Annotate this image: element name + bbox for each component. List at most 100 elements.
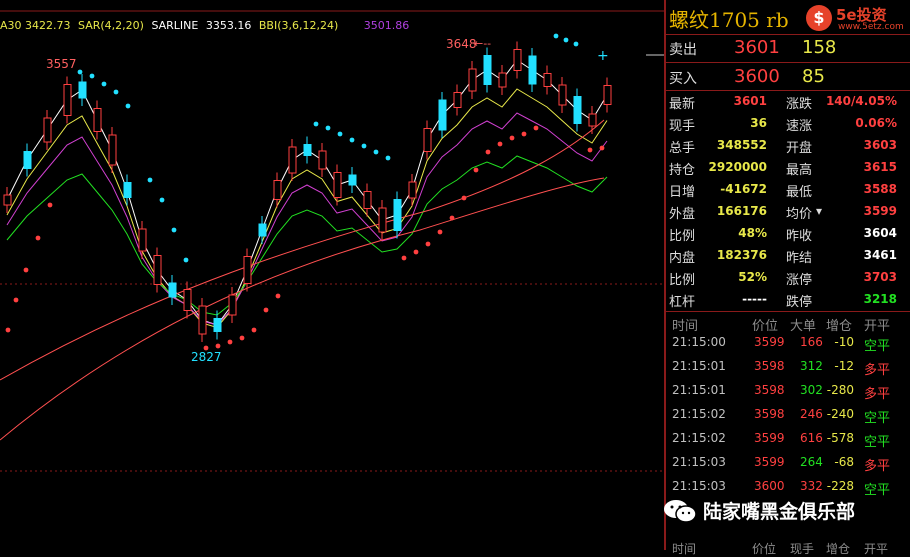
candle-body [108, 134, 117, 166]
candle-body [258, 223, 267, 237]
crosshair-icon: + [597, 48, 609, 64]
tick-price: 3598 [754, 407, 785, 421]
peak-label: 3648 [446, 37, 477, 51]
candle-body [153, 255, 162, 285]
quote-row: 比例 52% 涨停 3703 [666, 267, 910, 289]
sar-dot [449, 215, 455, 221]
contract-title: 螺纹1705 rb [669, 8, 789, 32]
dollar-icon: $ [806, 5, 832, 31]
quote-label: 最低 [786, 185, 813, 200]
sar-dot [325, 125, 331, 131]
candle-body [543, 73, 552, 87]
tick-row[interactable]: 21:15:02 3599 616 -578 空平 [666, 427, 910, 451]
col2-price: 价位 [752, 542, 777, 556]
quote-label: 开盘 [786, 141, 813, 156]
sar-dot [473, 167, 479, 173]
candle-body [273, 180, 282, 200]
sar-dot [509, 135, 515, 141]
sar-dot [77, 69, 83, 75]
quote-label: 杠杆 [669, 295, 696, 310]
candle-body [558, 84, 567, 106]
low-label: 2827 [191, 350, 222, 364]
tick-open-close: 空平 [864, 411, 891, 426]
sar-dot [361, 143, 367, 149]
sar-dot [13, 297, 19, 303]
sar-dot [425, 241, 431, 247]
candle-body [3, 194, 12, 206]
tick-time: 21:15:03 [672, 479, 726, 493]
sar-dot [251, 327, 257, 333]
tick-time: 21:15:02 [672, 431, 726, 445]
quote-label: 现手 [669, 119, 696, 134]
kline-chart[interactable]: 3557 2827 3648 ←-- + A30 3422.73 SAR(4,2… [0, 0, 664, 550]
high-label: 3557 [46, 57, 77, 71]
tick-row[interactable]: 21:15:01 3598 312 -12 多平 [666, 355, 910, 379]
ma-line [6, 155, 608, 316]
bid-row[interactable]: 买入 3600 85 [666, 63, 910, 92]
sar-dot [183, 257, 189, 263]
quote-label: 内盘 [669, 251, 696, 266]
quote-value: 166176 [716, 204, 767, 218]
sar-dot [47, 202, 53, 208]
quote-panel: 螺纹1705 rb $ 5e投资 www.5etz.com 卖出 3601 15… [666, 0, 910, 556]
sar-dot [227, 339, 233, 345]
tick-row[interactable]: 21:15:00 3599 166 -10 空平 [666, 331, 910, 355]
sar-dot [159, 197, 165, 203]
tick-oi-change: -10 [834, 335, 854, 349]
sar-dot [147, 177, 153, 183]
site-logo: $ 5e投资 www.5etz.com [806, 5, 906, 35]
tick-oi-change: -578 [826, 431, 854, 445]
col2-now: 现手 [790, 542, 815, 556]
sar-dot [563, 37, 569, 43]
sar-dot [89, 73, 95, 79]
tick-separator [666, 311, 910, 312]
tick-table-header: 时间 价位 大单 增仓 开平 [666, 313, 910, 334]
tick-price: 3600 [754, 479, 785, 493]
ask-row[interactable]: 卖出 3601 158 [666, 34, 910, 63]
tick-open-close: 多平 [864, 459, 891, 474]
ask-label: 卖出 [669, 42, 697, 58]
quote-value: 3615 [863, 160, 897, 174]
quote-label[interactable]: 均价 [786, 203, 812, 222]
sar-dots [5, 33, 605, 351]
sar-dot [587, 147, 593, 153]
wechat-watermark: 陆家嘴黑金俱乐部 [663, 496, 893, 524]
bbi-legend: BBI(3,6,12,24) [258, 19, 339, 32]
candle-body [393, 199, 402, 231]
tick-big-order: 332 [800, 479, 823, 493]
sar-dot [275, 293, 281, 299]
sar-dot [313, 121, 319, 127]
quote-value: 3601 [733, 94, 767, 108]
ask-price: 3601 [734, 37, 780, 58]
tick-big-order: 616 [800, 431, 823, 445]
tick-oi-change: -240 [826, 407, 854, 421]
quote-label: 比例 [669, 229, 696, 244]
quote-value: 182376 [716, 248, 767, 262]
tick-row[interactable]: 21:15:03 3599 264 -68 多平 [666, 451, 910, 475]
candle-body [528, 55, 537, 85]
candle-body [78, 81, 87, 99]
sar-dot [437, 229, 443, 235]
logo-url: www.5etz.com [838, 22, 904, 32]
tick-big-order: 312 [800, 359, 823, 373]
tick-open-close: 多平 [864, 363, 891, 378]
quote-label: 总手 [669, 141, 696, 156]
sar-dot [35, 235, 41, 241]
bid-price: 3600 [734, 66, 780, 87]
tick-big-order: 246 [800, 407, 823, 421]
tick-price: 3599 [754, 335, 785, 349]
tick-row[interactable]: 21:15:01 3598 302 -280 多平 [666, 379, 910, 403]
candle-body [348, 174, 357, 186]
quote-value: 3461 [863, 248, 897, 262]
tick-row[interactable]: 21:15:02 3598 246 -240 空平 [666, 403, 910, 427]
sar-dot [171, 227, 177, 233]
candle-body [573, 96, 582, 124]
tick-big-order: 166 [800, 335, 823, 349]
ma-legend: A30 3422.73 [0, 19, 71, 32]
quote-label: 昨结 [786, 251, 813, 266]
chart-canvas[interactable]: 3557 2827 3648 ←-- + [0, 0, 664, 550]
quote-value: 52% [738, 270, 767, 284]
quote-value: 3603 [863, 138, 897, 152]
avg-price-dropdown-icon[interactable]: ▾ [816, 204, 822, 218]
tick-open-close: 多平 [864, 387, 891, 402]
